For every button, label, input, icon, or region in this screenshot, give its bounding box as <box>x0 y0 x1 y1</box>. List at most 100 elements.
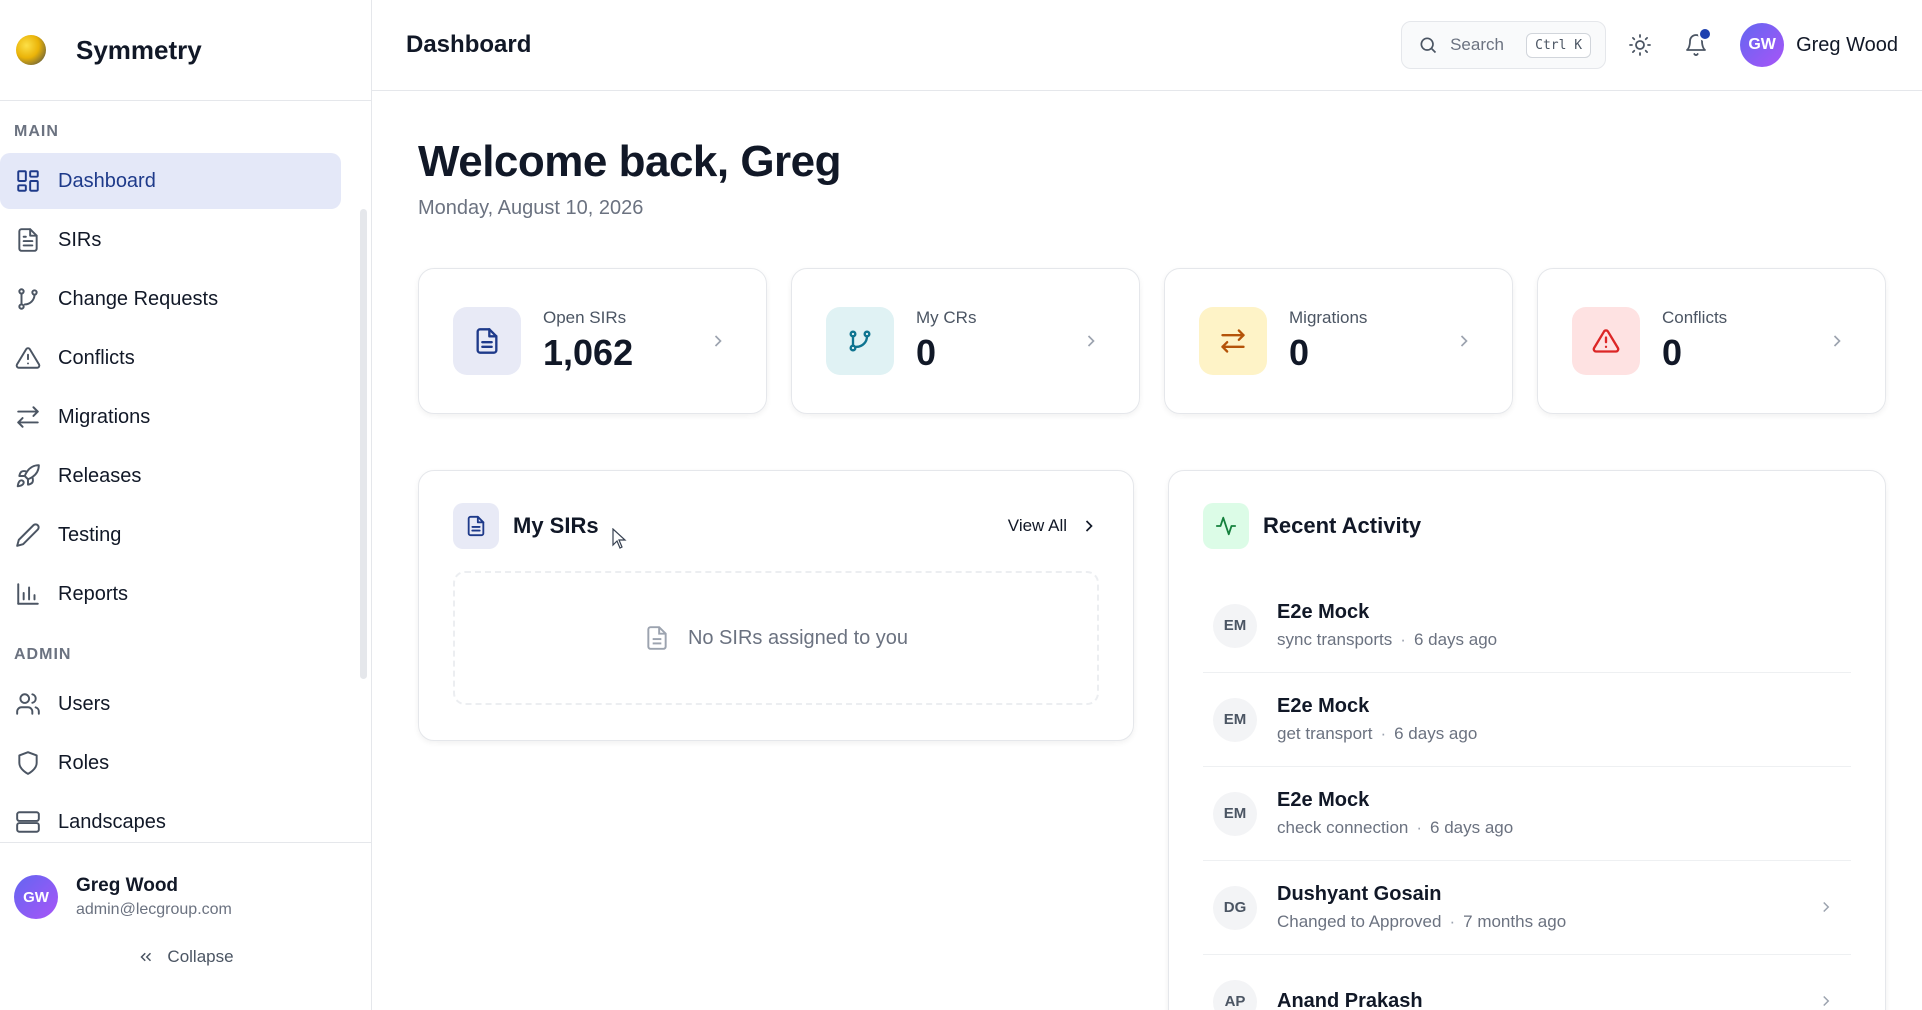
welcome-heading: Welcome back, Greg <box>418 137 842 186</box>
activity-action: sync transports <box>1277 630 1393 649</box>
avatar: GW <box>14 875 58 919</box>
stat-icon-wrap <box>826 307 894 375</box>
separator-dot: · <box>1380 724 1387 743</box>
empty-text: No SIRs assigned to you <box>687 626 909 649</box>
separator-dot: · <box>1416 818 1423 837</box>
activity-item[interactable]: EM E2e Mock check connection · 6 days ago <box>1203 767 1851 861</box>
sidebar-item-releases[interactable]: Releases <box>0 448 341 504</box>
sidebar-item-label: Releases <box>58 464 142 487</box>
topbar-user-name: Greg Wood <box>1796 33 1898 56</box>
dashboard-content: Welcome back, Greg Monday, August 10, 20… <box>372 137 1922 1010</box>
sidebar-user[interactable]: GW Greg Wood admin@lecgroup.com <box>14 875 371 919</box>
nav-section-admin: ADMIN <box>14 646 72 663</box>
sidebar-nav: MAIN Dashboard SIRs Change Requests Conf… <box>0 101 371 842</box>
view-all-link[interactable]: View All <box>1008 516 1099 536</box>
sidebar-item-landscapes[interactable]: Landscapes <box>0 794 341 842</box>
sidebar-item-conflicts[interactable]: Conflicts <box>0 330 341 386</box>
main-area: Dashboard Search Ctrl K GW Greg Wood Wel… <box>372 0 1922 1010</box>
activity-user: Anand Prakash <box>1277 990 1423 1010</box>
bar-chart-icon <box>14 580 42 608</box>
notifications-button[interactable] <box>1674 23 1718 67</box>
theme-toggle-button[interactable] <box>1618 23 1662 67</box>
sidebar-item-reports[interactable]: Reports <box>0 566 341 622</box>
sidebar-item-users[interactable]: Users <box>0 676 341 732</box>
activity-action: check connection <box>1277 818 1409 837</box>
recent-activity-title: Recent Activity <box>1263 513 1422 538</box>
sidebar-item-testing[interactable]: Testing <box>0 507 341 563</box>
sidebar-item-dashboard[interactable]: Dashboard <box>0 153 341 209</box>
topbar-user-menu[interactable]: GW Greg Wood <box>1740 23 1898 67</box>
brand[interactable]: Symmetry <box>0 0 371 101</box>
sidebar-item-change-requests[interactable]: Change Requests <box>0 271 341 327</box>
my-sirs-header: My SIRs View All <box>453 503 1099 549</box>
activity-meta: get transport · 6 days ago <box>1277 724 1477 744</box>
stat-label: Conflicts <box>1662 308 1728 327</box>
symmetry-logo-icon <box>16 35 46 65</box>
document-icon <box>647 626 667 650</box>
activity-item[interactable]: DG Dushyant Gosain Changed to Approved · 7… <box>1203 861 1851 955</box>
notification-dot <box>1698 27 1713 41</box>
warning-triangle-icon <box>14 344 42 372</box>
avatar: EM <box>1213 697 1257 742</box>
activity-meta: Changed to Approved · 7 months ago <box>1277 912 1566 932</box>
activity-item[interactable]: EM E2e Mock get transport · 6 days ago <box>1203 673 1851 767</box>
search-button[interactable]: Search Ctrl K <box>1401 21 1607 69</box>
warning-triangle-icon <box>1592 329 1620 353</box>
stat-card-open-sirs[interactable]: Open SIRs 1,062 <box>418 268 767 414</box>
activity-item[interactable]: AP Anand Prakash <box>1203 955 1851 1010</box>
page-title: Dashboard <box>406 31 532 58</box>
avatar: AP <box>1213 979 1257 1010</box>
sidebar-item-label: Roles <box>58 751 110 774</box>
dashboard-grid-icon <box>14 167 42 195</box>
sidebar-item-label: Dashboard <box>58 169 156 192</box>
git-branch-icon <box>14 285 42 313</box>
chevron-right-icon <box>1085 520 1093 532</box>
sidebar-item-label: Reports <box>58 582 129 605</box>
sidebar-item-label: Change Requests <box>58 287 219 310</box>
sidebar: Symmetry MAIN Dashboard SIRs Change Requ… <box>0 0 372 1010</box>
activity-user: E2e Mock <box>1277 695 1370 717</box>
document-icon <box>467 515 485 537</box>
stat-value: 0 <box>1289 332 1310 373</box>
stat-value: 0 <box>916 332 937 373</box>
sidebar-item-roles[interactable]: Roles <box>0 735 341 791</box>
search-icon <box>1420 37 1437 54</box>
separator-dot: · <box>1400 630 1406 649</box>
stat-card-my-crs[interactable]: My CRs 0 <box>791 268 1140 414</box>
sidebar-footer: GW Greg Wood admin@lecgroup.com Collapse <box>0 842 371 1010</box>
sun-icon <box>1629 34 1651 56</box>
avatar: EM <box>1213 603 1257 648</box>
sidebar-item-sirs[interactable]: SIRs <box>0 212 341 268</box>
activity-text: Dushyant Gosain Changed to Approved · 7 mo… <box>1277 883 1566 932</box>
search-shortcut: Ctrl K <box>1526 32 1592 58</box>
user-name: Greg Wood <box>76 875 179 896</box>
panel-icon-wrap <box>453 503 499 549</box>
user-text: Greg Wood admin@lecgroup.com <box>76 875 232 919</box>
sidebar-item-label: Testing <box>58 523 122 546</box>
sidebar-item-label: Landscapes <box>58 810 166 833</box>
activity-text: E2e Mock sync transports · 6 days ago <box>1277 601 1497 650</box>
sidebar-scrollbar[interactable] <box>360 209 367 679</box>
sidebar-item-migrations[interactable]: Migrations <box>0 389 341 445</box>
activity-item[interactable]: EM E2e Mock sync transports · 6 days ago <box>1203 579 1851 673</box>
collapse-button[interactable]: Collapse <box>14 947 371 967</box>
app-root: Symmetry MAIN Dashboard SIRs Change Requ… <box>0 0 1922 1010</box>
stat-text: Migrations 0 <box>1289 308 1367 374</box>
stat-text: Conflicts 0 <box>1662 308 1727 374</box>
nav-section-main: MAIN <box>14 123 59 140</box>
current-date: Monday, August 10, 2026 <box>418 197 644 219</box>
topbar: Dashboard Search Ctrl K GW Greg Wood <box>372 0 1922 91</box>
activity-time: 7 months ago <box>1463 912 1567 931</box>
activity-text: E2e Mock check connection · 6 days ago <box>1277 789 1513 838</box>
activity-time: 6 days ago <box>1413 630 1498 649</box>
stat-value: 0 <box>1662 332 1683 373</box>
avatar: EM <box>1213 791 1257 836</box>
stat-icon-wrap <box>1572 307 1640 375</box>
activity-action: Changed to Approved <box>1277 912 1442 931</box>
stat-text: Open SIRs 1,062 <box>543 308 633 374</box>
activity-action: get transport <box>1277 724 1373 743</box>
stat-card-conflicts[interactable]: Conflicts 0 <box>1537 268 1886 414</box>
document-icon <box>14 226 42 254</box>
stat-icon-wrap <box>1199 307 1267 375</box>
stat-card-migrations[interactable]: Migrations 0 <box>1164 268 1513 414</box>
